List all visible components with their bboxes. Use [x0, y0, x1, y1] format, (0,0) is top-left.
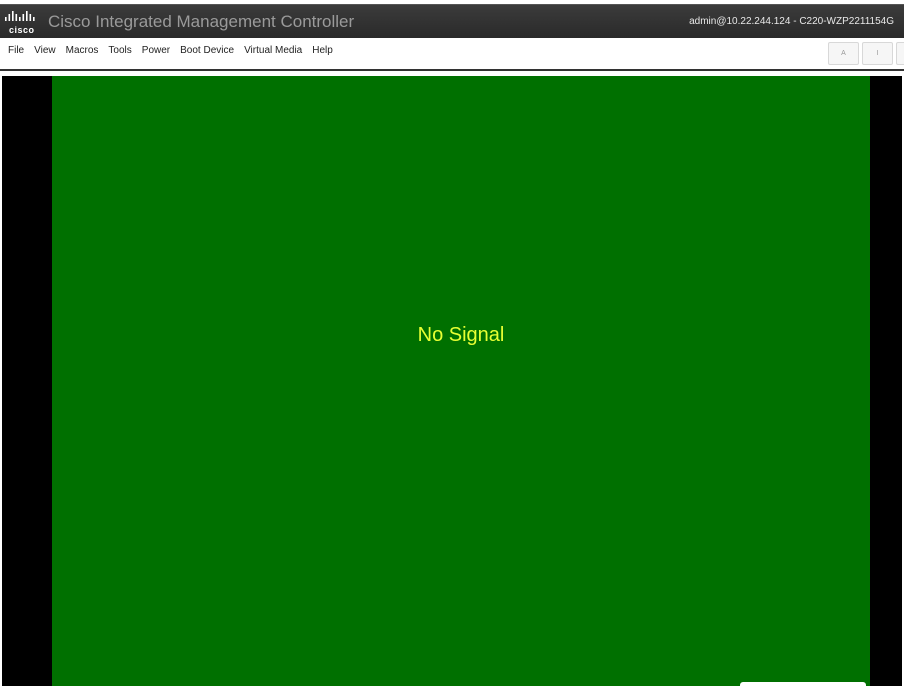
menu-view[interactable]: View — [34, 45, 56, 56]
menu-help[interactable]: Help — [312, 45, 333, 56]
logo-text: cisco — [9, 25, 35, 35]
menu-tools[interactable]: Tools — [108, 45, 131, 56]
menu-boot-device[interactable]: Boot Device — [180, 45, 234, 56]
no-signal-message: No Signal — [417, 324, 505, 346]
menu-bar: File View Macros Tools Power Boot Device… — [0, 38, 904, 71]
status-tab[interactable] — [740, 682, 866, 686]
title-bar: cisco Cisco Integrated Management Contro… — [0, 4, 904, 38]
menu-file[interactable]: File — [8, 45, 24, 56]
menu-virtual-media[interactable]: Virtual Media — [244, 45, 302, 56]
kvm-console[interactable]: No Signal — [2, 76, 904, 686]
app-title: Cisco Integrated Management Controller — [48, 12, 355, 31]
session-info: admin@10.22.244.124 - C220-WZP2211154G — [689, 16, 894, 27]
menu-macros[interactable]: Macros — [66, 45, 99, 56]
cisco-logo-icon: cisco — [4, 10, 40, 35]
kvm-console-window: cisco Cisco Integrated Management Contro… — [0, 0, 904, 686]
menu-power[interactable]: Power — [142, 45, 170, 56]
menu-items: File View Macros Tools Power Boot Device… — [8, 45, 343, 56]
toolbar-button-i[interactable]: I — [862, 42, 893, 65]
toolbar-button-a[interactable]: A — [828, 42, 859, 65]
remote-screen[interactable]: No Signal — [52, 76, 870, 686]
toolbar-button-more[interactable] — [896, 42, 904, 65]
